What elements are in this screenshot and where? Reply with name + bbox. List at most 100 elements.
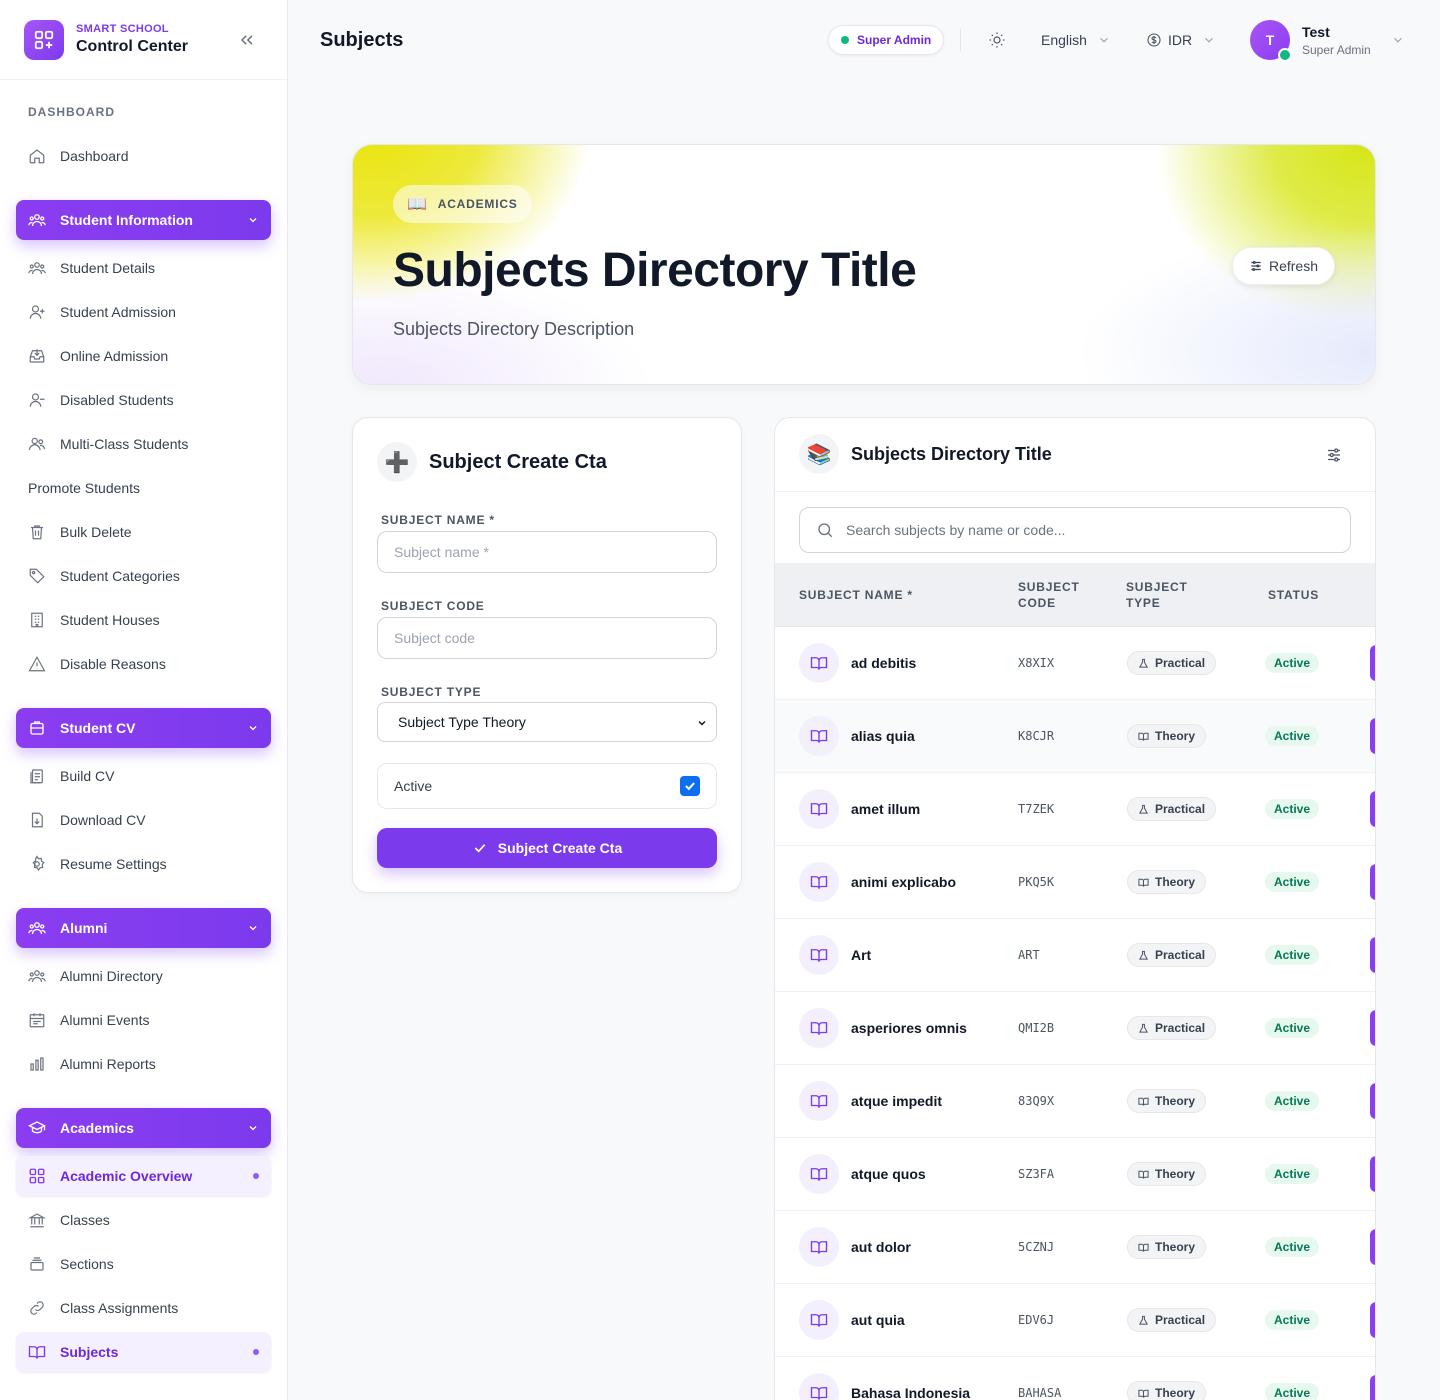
sidebar-item-classes[interactable]: Classes [16,1200,271,1240]
row-action-button[interactable] [1370,1010,1375,1046]
column-header-name[interactable]: SUBJECT NAME * [799,587,913,603]
row-action-button[interactable] [1370,718,1375,754]
sliders-icon [1251,261,1261,271]
chevron-down-icon [1393,37,1402,43]
user-menu[interactable]: T Test Super Admin [1250,20,1405,62]
sidebar-item-student-details[interactable]: Student Details [16,248,271,288]
table-row[interactable]: atque impedit 83Q9X Theory Active [775,1065,1375,1138]
subject-type-select[interactable]: Subject Type Theory [377,702,717,742]
sidebar-item-multi-class-students[interactable]: Multi-Class Students [16,424,271,464]
layers-icon [30,1257,44,1271]
sidebar-group-academics[interactable]: Academics [16,1108,271,1148]
subject-code-input[interactable] [377,617,717,659]
subject-code: SZ3FA [1018,1167,1055,1181]
sidebar-item-academic-overview[interactable]: Academic Overview [16,1156,271,1196]
sidebar-item-disabled-students[interactable]: Disabled Students [16,380,271,420]
divider [775,491,1375,492]
subject-type-label: Practical [1155,656,1206,670]
sidebar-item-build-cv[interactable]: Build CV [16,756,271,796]
row-action-button[interactable] [1370,645,1375,681]
subject-name: ad debitis [851,655,917,671]
table-row[interactable]: aut dolor 5CZNJ Theory Active [775,1211,1375,1284]
sidebar-item-student-categories[interactable]: Student Categories [16,556,271,596]
table-row[interactable]: ad debitis X8XIX Practical Active [775,627,1375,700]
sidebar-item-dashboard[interactable]: Dashboard [16,136,271,176]
search-input[interactable] [846,522,1326,538]
subject-name-input[interactable] [377,531,717,573]
sidebar-group-student-information[interactable]: Student Information [16,200,271,240]
column-header-status[interactable]: STATUS [1268,587,1319,603]
book-open-icon [810,1314,828,1327]
language-select[interactable]: English [1041,32,1111,48]
refresh-button[interactable]: Refresh [1231,247,1335,285]
table-row[interactable]: atque quos SZ3FA Theory Active [775,1138,1375,1211]
row-action-button[interactable] [1370,1229,1375,1265]
hero-decoration [1075,224,1375,384]
table-row[interactable]: animi explicabo PKQ5K Theory Active [775,846,1375,919]
filter-icon[interactable] [1325,446,1343,464]
row-action-button[interactable] [1370,1302,1375,1338]
status-badge: Active [1265,1310,1320,1330]
sidebar-item-subjects[interactable]: Subjects [16,1332,271,1372]
sun-icon[interactable] [988,31,1006,49]
row-action-button[interactable] [1370,791,1375,827]
sidebar-item-label: Sections [60,1256,114,1272]
currency-select[interactable]: IDR [1146,32,1216,48]
active-checkbox[interactable] [680,776,700,796]
column-header-type[interactable]: SUBJECT TYPE [1126,579,1188,611]
row-action-button[interactable] [1370,1083,1375,1119]
subject-type-badge: Theory [1127,870,1207,894]
sidebar-item-sections[interactable]: Sections [16,1244,271,1284]
sidebar-item-online-admission[interactable]: Online Admission [16,336,271,376]
sidebar-item-alumni-directory[interactable]: Alumni Directory [16,956,271,996]
calendar-icon [29,1013,45,1028]
sidebar-group-alumni[interactable]: Alumni [16,908,271,948]
sidebar-item-resume-settings[interactable]: Resume Settings [16,844,271,884]
sidebar-item-promote-students[interactable]: Promote Students [16,468,271,508]
hero-title: Subjects Directory Title [393,244,917,297]
table-row[interactable]: amet illum T7ZEK Practical Active [775,773,1375,846]
books-icon: 📚 [799,434,839,474]
subject-code: 83Q9X [1018,1094,1055,1108]
subject-code: ART [1018,948,1040,962]
subject-create-button[interactable]: Subject Create Cta [377,828,717,868]
sidebar-item-disable-reasons[interactable]: Disable Reasons [16,644,271,684]
sidebar-item-label: Class Assignments [60,1300,179,1316]
sidebar-item-class-assignments[interactable]: Class Assignments [16,1288,271,1328]
collapse-sidebar-icon[interactable] [237,30,257,50]
table-row[interactable]: Bahasa Indonesia BAHASA Theory Active [775,1357,1375,1400]
table-row[interactable]: asperiores omnis QMI2B Practical Active [775,992,1375,1065]
warning-icon [28,656,46,672]
column-header-code[interactable]: SUBJECT CODE [1018,579,1080,611]
table-row[interactable]: Art ART Practical Active [775,919,1375,992]
subject-name-label: SUBJECT NAME * [381,513,495,527]
sidebar-item-student-houses[interactable]: Student Houses [16,600,271,640]
row-action-button[interactable] [1370,937,1375,973]
table-row[interactable]: aut quia EDV6J Practical Active [775,1284,1375,1357]
row-action-button[interactable] [1370,1375,1375,1400]
column-header-code-line2: CODE [1018,596,1056,610]
sidebar-group-label: Student Information [60,212,193,228]
sidebar-item-alumni-reports[interactable]: Alumni Reports [16,1044,271,1084]
book-open-icon [810,1095,828,1108]
subject-icon [799,716,839,756]
sidebar-item-download-cv[interactable]: Download CV [16,800,271,840]
subject-type-value: Subject Type Theory [398,714,526,730]
status-dot [841,36,849,44]
sidebar-item-label: Academic Overview [60,1168,193,1184]
sidebar-item-label: Bulk Delete [60,524,132,540]
users-icon [28,262,46,275]
sidebar-item-student-admission[interactable]: Student Admission [16,292,271,332]
avatar: T [1250,20,1292,62]
row-action-button[interactable] [1370,1156,1375,1192]
table-row[interactable]: alias quia K8CJR Theory Active [775,700,1375,773]
row-action-button[interactable] [1370,864,1375,900]
sidebar-item-label: Resume Settings [60,856,167,872]
book-open-icon [810,1022,828,1035]
avatar-initial: T [1265,32,1275,48]
gear-icon [32,855,45,872]
sidebar-item-alumni-events[interactable]: Alumni Events [16,1000,271,1040]
book-icon [1138,1097,1149,1106]
sidebar-item-bulk-delete[interactable]: Bulk Delete [16,512,271,552]
sidebar-group-student-cv[interactable]: Student CV [16,708,271,748]
